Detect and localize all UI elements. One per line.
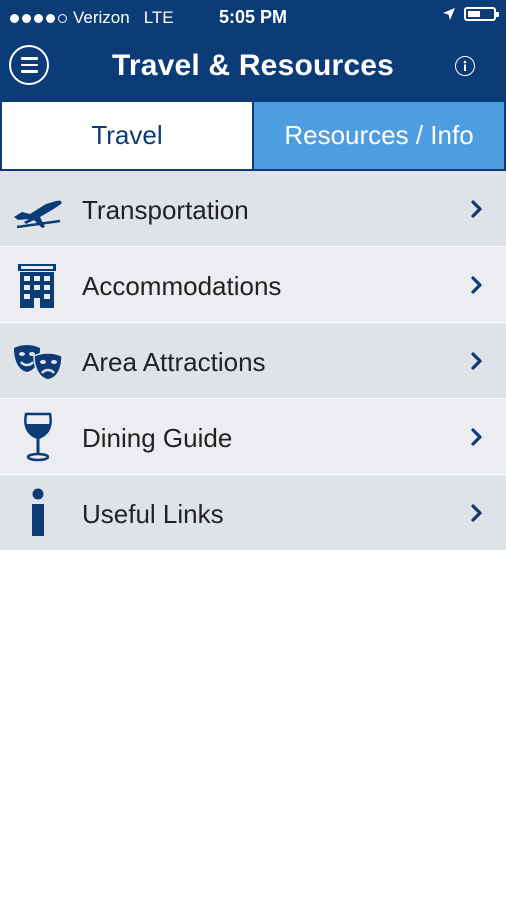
list-item-accommodations[interactable]: Accommodations bbox=[0, 247, 506, 323]
status-bar: Verizon LTE 5:05 PM bbox=[0, 0, 506, 34]
travel-menu-list: Transportation Accommodations Area Attra… bbox=[0, 171, 506, 551]
list-item-label: Area Attractions bbox=[82, 347, 266, 377]
battery-icon bbox=[464, 7, 499, 21]
list-item-label: Accommodations bbox=[82, 271, 282, 301]
clock: 5:05 PM bbox=[218, 7, 288, 27]
list-item-useful-links[interactable]: Useful Links bbox=[0, 475, 506, 551]
hotel-icon bbox=[18, 264, 56, 308]
segmented-tabs: Travel Resources / Info bbox=[0, 102, 506, 171]
list-item-dining-guide[interactable]: Dining Guide bbox=[0, 399, 506, 475]
chevron-right-icon bbox=[471, 428, 482, 446]
nav-bar: Travel & Resources bbox=[0, 34, 506, 102]
chevron-right-icon bbox=[471, 504, 482, 522]
wine-glass-icon bbox=[24, 412, 52, 462]
list-item-transportation[interactable]: Transportation bbox=[0, 171, 506, 247]
location-arrow-icon bbox=[443, 8, 455, 20]
list-item-area-attractions[interactable]: Area Attractions bbox=[0, 323, 506, 399]
list-item-label: Dining Guide bbox=[82, 423, 233, 453]
airplane-icon bbox=[14, 200, 62, 229]
info-icon bbox=[32, 488, 44, 536]
tab-travel[interactable]: Travel bbox=[0, 102, 254, 171]
chevron-right-icon bbox=[471, 276, 482, 294]
list-item-label: Transportation bbox=[82, 195, 249, 225]
info-button[interactable] bbox=[455, 56, 475, 76]
list-item-label: Useful Links bbox=[82, 499, 224, 529]
status-right bbox=[442, 7, 499, 21]
tab-resources-info[interactable]: Resources / Info bbox=[254, 102, 506, 171]
page-title: Travel & Resources bbox=[111, 49, 395, 82]
info-icon bbox=[463, 60, 467, 71]
theater-masks-icon bbox=[14, 345, 63, 381]
chevron-right-icon bbox=[471, 352, 482, 370]
chevron-right-icon bbox=[471, 200, 482, 218]
